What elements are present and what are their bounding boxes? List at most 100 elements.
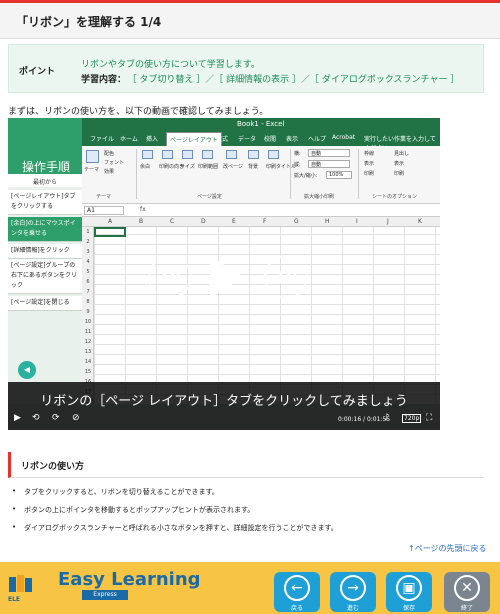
fullscreen-icon[interactable]: ⛶	[426, 413, 432, 423]
size-icon	[182, 150, 193, 159]
row-header: 7	[86, 289, 90, 295]
intro-text: まずは、リボンの使い方を、以下の動画で確認してみましょう。	[8, 107, 269, 117]
exit-button[interactable]: ✕ 終了	[444, 572, 490, 612]
height-select: 自動	[308, 160, 350, 168]
row-header: 3	[86, 249, 90, 255]
col-header: F	[263, 218, 267, 225]
ribbon-gridlines-print: 印刷	[364, 171, 375, 177]
ribbon-height: 縦:	[294, 162, 301, 168]
col-header: E	[232, 218, 236, 225]
background-icon	[248, 150, 259, 159]
procedure-sidebar: 操作手順 最初から [ページレイアウト]タブをクリックする [余白]の上にマウス…	[8, 118, 82, 404]
group-scale: 拡大縮小印刷	[304, 194, 335, 200]
col-header: C	[170, 218, 175, 225]
tab-insert: 挿入	[146, 136, 159, 143]
section-title: リボンの使い方	[21, 462, 85, 472]
print-area-icon	[202, 150, 213, 159]
point-line2: 学習内容： ［ タブ切り替え ］／［ 詳細情報の表示 ］／［ ダイアログボックスラ…	[81, 72, 459, 85]
play-icon[interactable]	[210, 256, 254, 300]
row-header: 11	[84, 329, 92, 335]
quality-badge[interactable]: 720p	[402, 414, 422, 423]
restart-link[interactable]: 最初から	[8, 174, 82, 187]
video-caption: リボンの［ページ レイアウト］タブをクリックしてみましょう	[40, 394, 408, 409]
row-header: 8	[86, 299, 90, 305]
ribbon-fonts: フォント	[104, 160, 125, 166]
ribbon-gridlines-view: 表示	[364, 161, 375, 167]
title-bar: 「リボン」を理解する 1/4	[0, 3, 500, 39]
forward-seconds: 10	[274, 268, 298, 287]
ribbon-print-area: 印刷範囲	[198, 164, 219, 170]
step-item-active[interactable]: [余白]の上にマウスポインタを乗せる	[8, 217, 82, 242]
bullet-item: ダイアログボックスランチャーと呼ばれる小さなボタンを押すと、詳細設定を行うことが…	[12, 523, 338, 533]
books-logo-icon	[9, 575, 32, 592]
point-label: ポイント	[19, 67, 56, 77]
ribbon-margins: 余白	[140, 164, 151, 170]
section-header: リボンの使い方	[8, 452, 484, 478]
video-time: 0:00:16 / 0:01:55	[338, 416, 391, 423]
ribbon-headings-print: 印刷	[394, 171, 405, 177]
scale-input: 100%	[326, 171, 352, 179]
save-button[interactable]: ▣ 保存	[386, 572, 432, 612]
step-item[interactable]: [ページ設定]を閉じる	[8, 296, 82, 311]
margins-icon	[142, 150, 153, 159]
ribbon-headings: 見出し	[394, 151, 410, 157]
captions-off-icon[interactable]: ⊘	[72, 413, 80, 423]
forward-small-icon[interactable]: ⟳	[52, 413, 60, 423]
width-select: 自動	[308, 149, 350, 157]
col-header: G	[294, 218, 299, 225]
tab-data: データ	[238, 136, 257, 143]
close-icon: ✕	[454, 575, 480, 601]
orientation-icon	[162, 150, 173, 159]
theme-icon	[86, 150, 99, 163]
video-player[interactable]: Book1 - Excel ファイル ホーム 挿入 ページレイアウト 数式 デー…	[8, 118, 440, 430]
save-icon: ▣	[396, 575, 422, 601]
ribbon-width: 横:	[294, 151, 301, 157]
rewind-10-icon[interactable]: 10	[148, 255, 192, 299]
ribbon-theme-btn: テーマ	[84, 167, 100, 173]
rewind-seconds: 10	[158, 268, 182, 287]
save-label: 保存	[402, 605, 415, 612]
group-page-setup: ページ設定	[197, 194, 222, 200]
excel-titlebar: Book1 - Excel	[82, 118, 440, 131]
name-box: A1	[84, 206, 124, 215]
volume-icon[interactable]: ♪	[384, 413, 390, 423]
step-item[interactable]: [ページレイアウト]タブをクリックする	[8, 190, 82, 215]
back-to-top-link[interactable]: ↑ページの先頭に戻る	[408, 543, 487, 554]
col-header: I	[356, 218, 358, 225]
fx-label: fx	[140, 206, 146, 213]
arrow-right-icon: →	[340, 575, 366, 601]
tab-file: ファイル	[90, 136, 115, 143]
back-button[interactable]: ← 戻る	[274, 572, 320, 612]
excel-title: Book1 - Excel	[237, 120, 285, 128]
row-header: 4	[86, 259, 90, 265]
row-header: 14	[84, 359, 92, 365]
next-button[interactable]: → 進む	[330, 572, 376, 612]
breaks-icon	[226, 150, 237, 159]
step-item[interactable]: [ページ設定]グループの右下にあるボタンをクリック	[8, 259, 82, 294]
col-header: J	[387, 218, 389, 225]
forward-10-icon[interactable]: 10	[264, 255, 308, 299]
sidebar-collapse-button[interactable]: ◀	[18, 361, 36, 379]
logo-small: ELE	[8, 596, 21, 603]
excel-ribbon: テーマ 配色 フォント 効果 テーマ 余白 印刷の向き サイズ 印刷範囲 改ペー…	[82, 146, 440, 204]
play-small-icon[interactable]: ▶	[14, 413, 21, 423]
row-header: 15	[84, 369, 92, 375]
row-header: 10	[84, 319, 92, 325]
col-header: D	[201, 218, 206, 225]
spreadsheet-grid	[82, 217, 440, 404]
ribbon-print-titles: 印刷タイトル	[266, 164, 297, 170]
arrow-left-icon: ←	[284, 575, 310, 601]
logo-main: Easy Learning	[58, 569, 201, 590]
content-value: ［ タブ切り替え ］／［ 詳細情報の表示 ］／［ ダイアログボックスランチャー …	[132, 75, 460, 85]
point-line1: リボンやタブの使い方について学習します。	[81, 60, 260, 70]
bullet-item: ボタンの上にポインタを移動するとポップアップヒントが表示されます。	[12, 505, 254, 515]
next-label: 進む	[346, 605, 359, 612]
bullet-item: タブをクリックすると、リボンを切り替えることができます。	[12, 487, 219, 497]
rewind-small-icon[interactable]: ⟲	[32, 413, 40, 423]
group-theme: テーマ	[96, 194, 112, 200]
tab-view: 表示	[286, 136, 299, 143]
step-item[interactable]: [詳細情報]をクリック	[8, 244, 82, 259]
excel-tabs: ファイル ホーム 挿入 ページレイアウト 数式 データ 校閲 表示 ヘルプ Ac…	[82, 131, 440, 152]
row-header: 12	[84, 339, 92, 345]
col-header: B	[139, 218, 144, 225]
